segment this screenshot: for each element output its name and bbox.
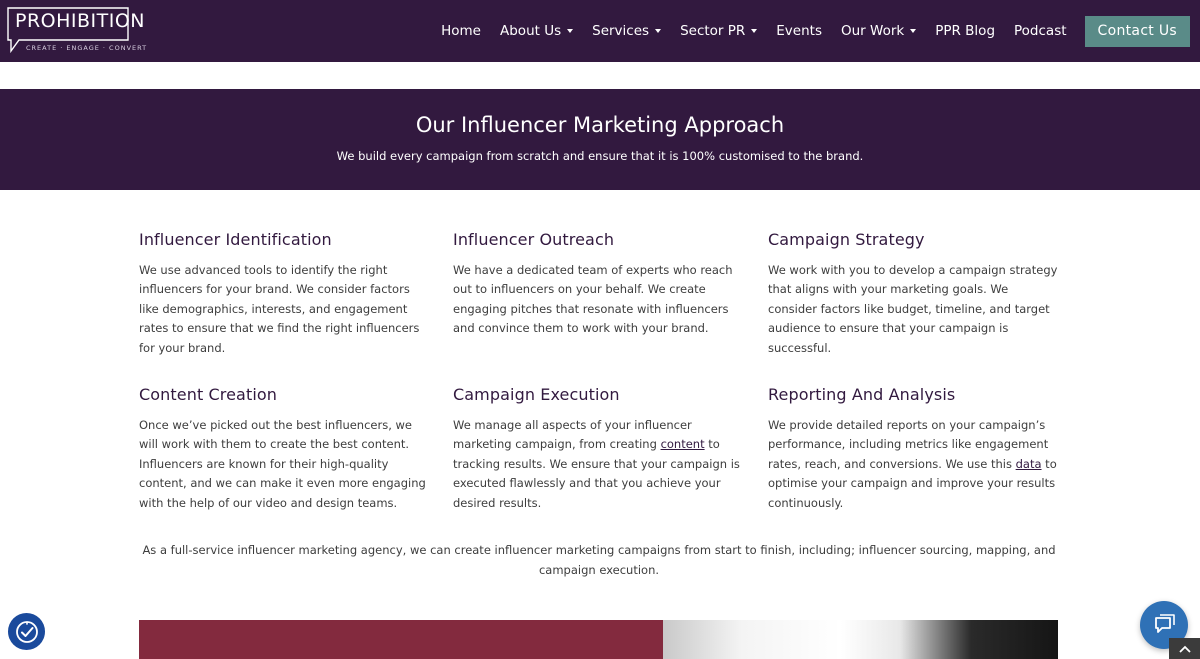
nav-sector-pr[interactable]: Sector PR (680, 23, 758, 39)
nav-events[interactable]: Events (776, 23, 822, 39)
caret-down-icon (751, 29, 758, 33)
feature-title: Reporting And Analysis (768, 385, 956, 404)
nav-services-label: Services (592, 23, 650, 39)
hero-subtitle: We build every campaign from scratch and… (336, 149, 864, 163)
feature-card: Influencer Outreach We have a dedicated … (453, 230, 743, 339)
feature-photo (663, 620, 1058, 659)
nav-podcast-label: Podcast (1014, 23, 1067, 39)
nav-home-label: Home (441, 23, 481, 39)
feature-text: We use advanced tools to identify the ri… (139, 263, 420, 355)
nav-ppr-blog[interactable]: PPR Blog (935, 23, 995, 39)
nav-ppr-blog-label: PPR Blog (935, 23, 996, 39)
main-nav: Home About Us Services Sector PR Events … (441, 0, 1200, 62)
nav-sector-pr-label: Sector PR (680, 23, 746, 39)
nav-our-work-label: Our Work (841, 23, 905, 39)
feature-text: We manage all aspects of your influencer… (453, 416, 743, 513)
caret-down-icon (910, 29, 917, 33)
accessibility-icon (15, 620, 38, 643)
feature-title: Campaign Execution (453, 385, 620, 404)
nav-events-label: Events (776, 23, 822, 39)
feature-card: Campaign Strategy We work with you to de… (768, 230, 1058, 358)
chevron-up-icon (1178, 645, 1191, 653)
feature-title: Influencer Outreach (453, 230, 615, 249)
hero-title: Our Influencer Marketing Approach (415, 113, 785, 137)
approach-hero: Our Influencer Marketing Approach We bui… (0, 89, 1200, 190)
feature-card: Reporting And Analysis We provide detail… (768, 385, 1058, 513)
feature-title: Content Creation (139, 385, 278, 404)
nav-services[interactable]: Services (592, 23, 662, 39)
logo-text: PROHIBITION (15, 10, 146, 32)
feature-card: Influencer Identification We use advance… (139, 230, 429, 358)
agency-summary: As a full-service influencer marketing a… (142, 543, 1056, 577)
nav-about-us[interactable]: About Us (500, 23, 574, 39)
feature-text-start: We provide detailed reports on your camp… (768, 418, 1049, 471)
site-logo[interactable]: PROHIBITION CREATE · ENGAGE · CONVERT (7, 7, 146, 53)
nav-home[interactable]: Home (441, 23, 481, 39)
logo-tagline: CREATE · ENGAGE · CONVERT (26, 44, 148, 52)
feature-text: We have a dedicated team of experts who … (453, 263, 733, 336)
feature-text: Once we’ve picked out the best influence… (139, 418, 426, 510)
contact-us-button[interactable]: Contact Us (1084, 15, 1190, 47)
nav-our-work[interactable]: Our Work (841, 23, 917, 39)
caret-down-icon (655, 29, 662, 33)
feature-card: Content Creation Once we’ve picked out t… (139, 385, 429, 513)
nav-about-us-label: About Us (500, 23, 562, 39)
feature-image-panel (139, 620, 663, 659)
chat-bubble-icon (1155, 614, 1175, 633)
feature-text: We work with you to develop a campaign s… (768, 263, 1058, 355)
accessibility-button[interactable] (8, 613, 45, 650)
nav-podcast[interactable]: Podcast (1014, 23, 1067, 39)
feature-text-start: We manage all aspects of your influencer… (453, 418, 692, 452)
scroll-to-top-button[interactable] (1169, 638, 1200, 659)
data-link[interactable]: data (1016, 457, 1042, 471)
site-header: PROHIBITION CREATE · ENGAGE · CONVERT Ho… (0, 0, 1200, 62)
feature-card: Campaign Execution We manage all aspects… (453, 385, 743, 513)
caret-down-icon (567, 29, 574, 33)
feature-title: Influencer Identification (139, 230, 332, 249)
feature-title: Campaign Strategy (768, 230, 925, 249)
feature-text: We provide detailed reports on your camp… (768, 416, 1058, 513)
content-link[interactable]: content (661, 437, 705, 451)
